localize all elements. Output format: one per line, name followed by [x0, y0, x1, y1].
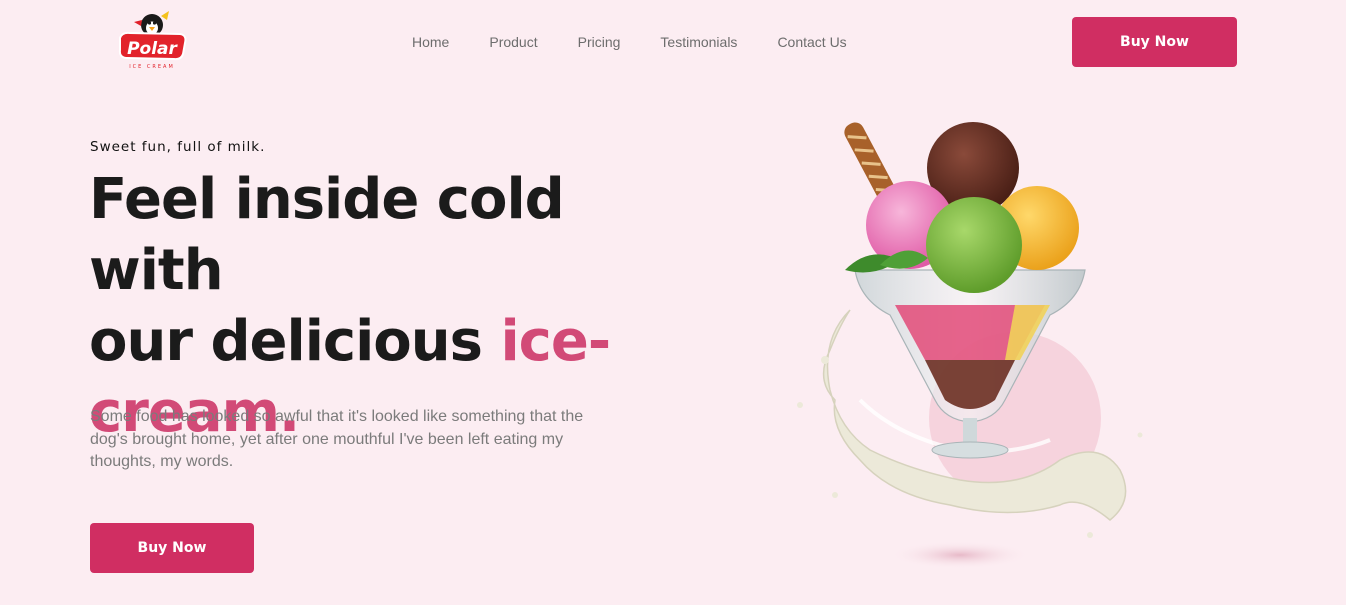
headline-line-2: our delicious [89, 309, 501, 374]
main-nav: Home Product Pricing Testimonials Contac… [412, 33, 847, 53]
ice-cream-sundae-image [760, 100, 1180, 600]
hero-tagline: Sweet fun, full of milk. [90, 139, 266, 155]
polar-logo-graphic: Polar ICE CREAM [118, 11, 187, 70]
nav-testimonials[interactable]: Testimonials [660, 33, 737, 53]
header-buy-now-button[interactable]: Buy Now [1072, 17, 1237, 67]
nav-product[interactable]: Product [489, 33, 537, 53]
nav-home[interactable]: Home [412, 33, 449, 53]
hero-buy-now-button[interactable]: Buy Now [90, 523, 254, 573]
polar-logo[interactable]: Polar ICE CREAM [114, 8, 190, 72]
headline-accent-1: ice- [500, 309, 611, 374]
headline-line-1: Feel inside cold with [89, 167, 565, 303]
svg-text:ICE CREAM: ICE CREAM [129, 64, 175, 70]
landing-page: Polar ICE CREAM Home Product Pricing Tes… [0, 0, 1346, 605]
nav-pricing[interactable]: Pricing [578, 33, 621, 53]
hero-description: Some food has looked so awful that it's … [90, 408, 584, 470]
svg-text:Polar: Polar [127, 39, 178, 59]
nav-contact-us[interactable]: Contact Us [777, 33, 846, 53]
ice-cream-sundae-graphic [797, 122, 1143, 569]
